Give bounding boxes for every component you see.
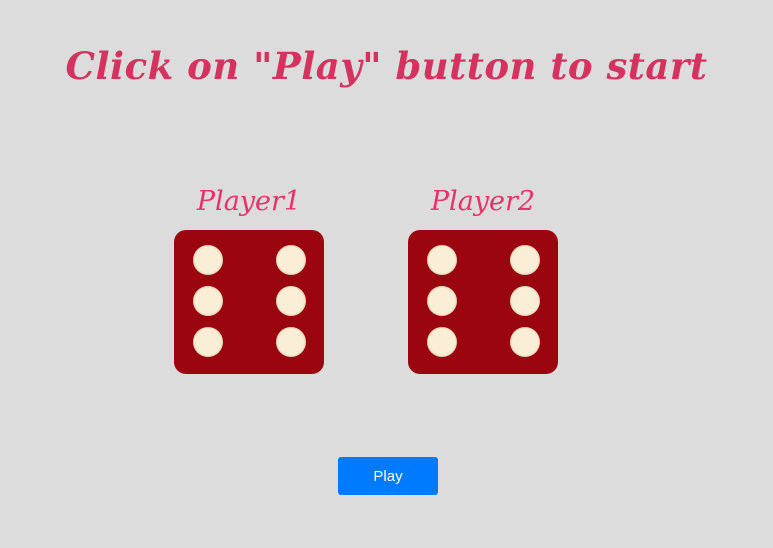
die-pip (193, 286, 223, 316)
player2-panel: Player2 (408, 180, 558, 374)
player1-panel: Player1 (174, 180, 324, 374)
die-pip (427, 327, 457, 357)
player2-die (408, 230, 558, 374)
die-pip (276, 286, 306, 316)
die-pip (193, 327, 223, 357)
player1-die (174, 230, 324, 374)
die-pip (276, 245, 306, 275)
player2-name: Player2 (430, 186, 536, 217)
die-pip (510, 327, 540, 357)
play-button[interactable]: Play (338, 457, 438, 495)
die-pip (510, 245, 540, 275)
die-pip (427, 245, 457, 275)
die-pip (193, 245, 223, 275)
die-pip (276, 327, 306, 357)
die-pip (427, 286, 457, 316)
player1-name: Player1 (196, 186, 302, 217)
instruction-heading: Click on "Play" button to start (65, 44, 708, 88)
die-pip (510, 286, 540, 316)
